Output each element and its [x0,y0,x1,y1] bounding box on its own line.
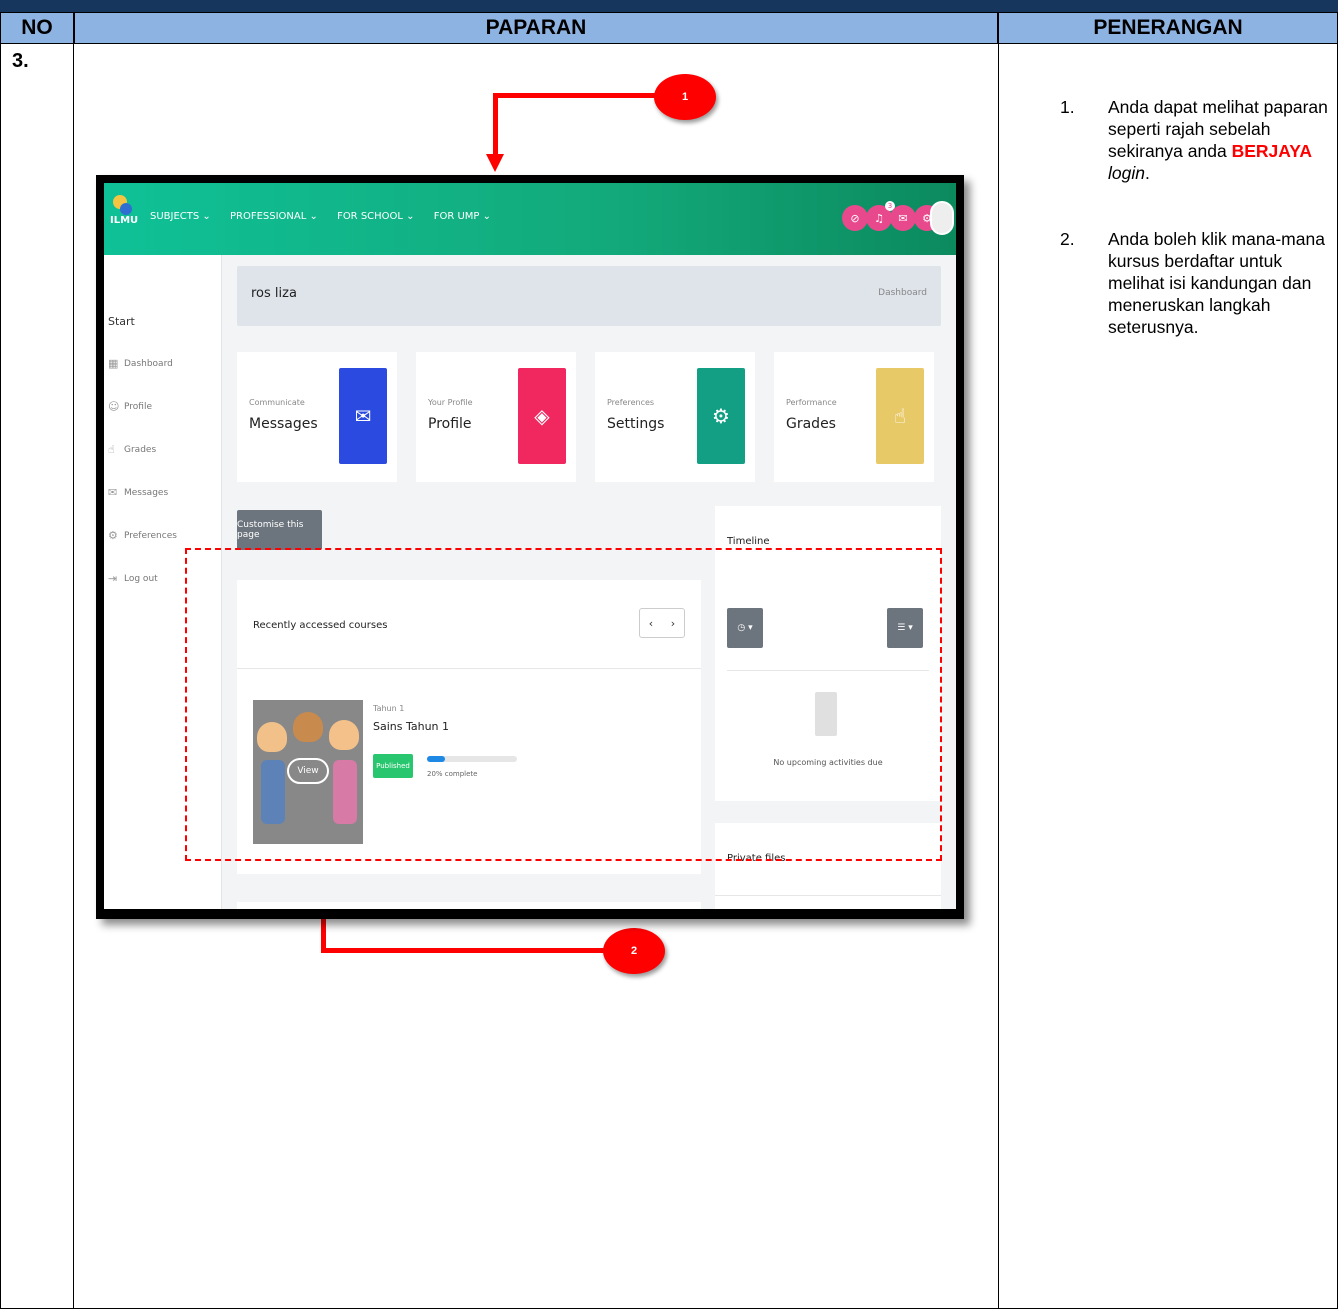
user-name: ros liza [251,286,297,301]
sidebar-label: Messages [124,487,169,498]
sidebar-label: Preferences [124,530,177,541]
sidebar-label: Profile [124,401,152,412]
sidebar-start: Start [108,315,135,328]
nav-item-professional[interactable]: PROFESSIONAL ⌄ [230,211,318,222]
dashboard-icon: ▦ [108,357,119,370]
profile-icon: ☺ [108,400,120,413]
item-number: 2. [1060,229,1075,249]
sidebar-label: Log out [124,573,158,584]
italic-text: login [1108,163,1145,183]
nav-item-for-ump[interactable]: FOR UMP ⌄ [434,211,491,222]
item-text: Anda dapat melihat paparan seperti rajah… [1108,96,1330,184]
grades-icon: ☝ [108,443,115,456]
eye-off-icon[interactable]: ⊘ [842,205,868,231]
user-header: ros liza Dashboard [237,266,941,326]
sidebar-item-profile[interactable]: ☺ Profile [108,400,152,413]
item-number: 1. [1060,97,1075,117]
column-no [0,44,74,1309]
callout-1-badge: 1 [654,74,716,120]
card-messages[interactable]: Communicate Messages ✉ [237,352,397,482]
bell-icon[interactable]: ♫ 3 [866,201,895,231]
top-navbar: ILMU SUBJECTS ⌄ PROFESSIONAL ⌄ FOR SCHOO… [104,183,956,255]
ilmu-logo[interactable]: ILMU [110,193,138,233]
logo-shape [120,203,132,215]
card-profile[interactable]: Your Profile Profile ◈ [416,352,576,482]
chat-icon: ✉ [339,368,387,464]
callout-1-arrowhead [486,154,504,172]
card-title: Profile [428,416,472,432]
divider [715,895,941,896]
header-paparan: PAPARAN [74,12,998,44]
callout-2-badge: 2 [603,928,665,974]
sidebar-item-preferences[interactable]: ⚙ Preferences [108,529,177,542]
gear-icon: ⚙ [108,529,118,542]
sidebar-item-grades[interactable]: ☝ Grades [108,443,156,456]
description-item-2: 2. Anda boleh klik mana-mana kursus berd… [1060,228,1330,338]
top-border [0,0,1338,12]
card-caption: Your Profile [428,398,473,407]
sidebar-label: Dashboard [124,358,173,369]
card-settings[interactable]: Preferences Settings ⚙ [595,352,755,482]
card-title: Messages [249,416,318,432]
item-text-end: . [1144,163,1150,183]
header-no: NO [0,12,74,44]
card-caption: Performance [786,398,837,407]
highlight-text: BERJAYA [1231,141,1312,161]
nav-menu: SUBJECTS ⌄ PROFESSIONAL ⌄ FOR SCHOOL ⌄ F… [150,211,507,222]
graduation-cap-icon: ◈ [518,368,566,464]
gear-icon: ⚙ [697,368,745,464]
card-caption: Communicate [249,398,305,407]
document-page: NO PAPARAN PENERANGAN 3. 1. Anda dapat m… [0,0,1338,1309]
user-avatar[interactable] [930,201,954,235]
card-title: Settings [607,416,665,432]
callout-1-line-v [493,93,498,157]
card-caption: Preferences [607,398,655,407]
callout-2-line-h [321,948,609,953]
customise-page-button[interactable]: Customise this page [237,510,322,550]
chat-icon: ✉ [108,486,118,499]
callout-1-line-h [493,93,658,98]
header-penerangan: PENERANGAN [998,12,1338,44]
nav-item-for-school[interactable]: FOR SCHOOL ⌄ [337,211,414,222]
row-number: 3. [12,50,29,72]
breadcrumb[interactable]: Dashboard [878,288,927,298]
chat-icon[interactable]: ✉ [890,205,916,231]
card-grades[interactable]: Performance Grades ☝ [774,352,934,482]
nav-item-subjects[interactable]: SUBJECTS ⌄ [150,211,211,222]
sidebar-item-logout[interactable]: ⇥ Log out [108,572,158,585]
sidebar-label: Grades [124,444,157,455]
logout-icon: ⇥ [108,572,118,585]
sidebar-item-dashboard[interactable]: ▦ Dashboard [108,357,173,370]
logo-text: ILMU [110,215,139,226]
sidebar-item-messages[interactable]: ✉ Messages [108,486,168,499]
highlight-box [185,548,942,861]
timeline-title: Timeline [727,536,770,547]
item-text: Anda boleh klik mana-mana kursus berdaft… [1108,229,1325,337]
description-list: 1. Anda dapat melihat paparan seperti ra… [1060,96,1330,382]
description-item-1: 1. Anda dapat melihat paparan seperti ra… [1060,96,1330,184]
card-title: Grades [786,416,836,432]
grades-icon: ☝ [876,368,924,464]
next-panel [237,902,701,909]
